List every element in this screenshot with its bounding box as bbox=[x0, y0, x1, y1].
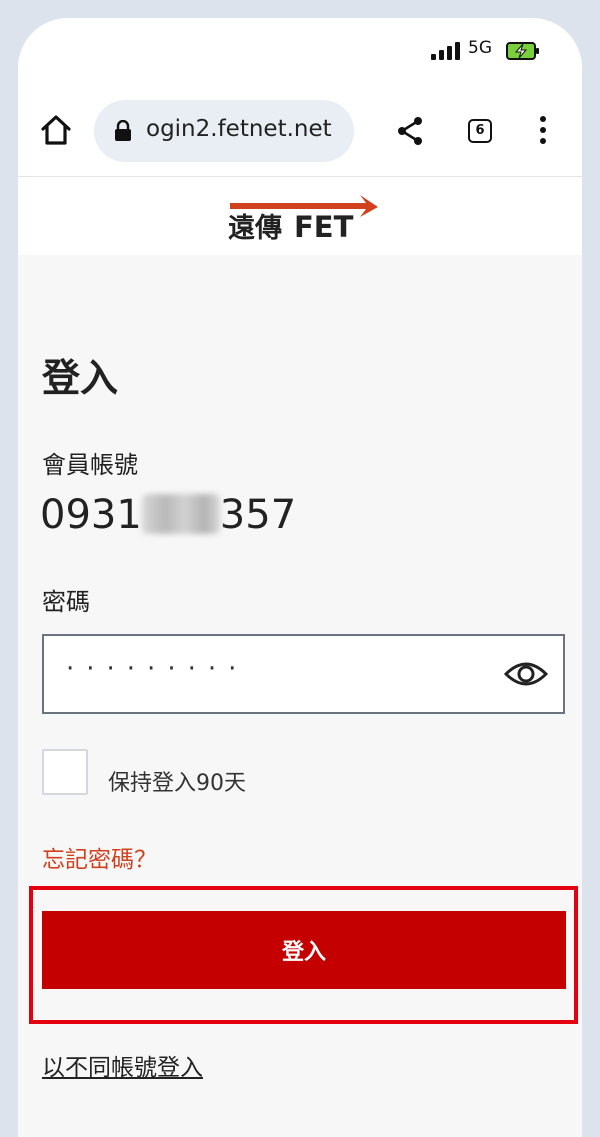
address-bar[interactable]: ogin2.fetnet.net bbox=[94, 100, 354, 162]
more-options-icon[interactable] bbox=[538, 116, 548, 146]
keep-logged-in-label: 保持登入90天 bbox=[108, 771, 246, 796]
status-bar: 5G bbox=[18, 18, 582, 80]
site-header: 遠傳 FET bbox=[18, 177, 582, 255]
phone-screen: 5G ogin2.fetnet.net 6 遠傳 FET 登入 會員帳號 093… bbox=[18, 18, 582, 1137]
account-number: 0931 357 bbox=[40, 492, 296, 538]
login-button[interactable]: 登入 bbox=[42, 911, 566, 989]
home-icon[interactable] bbox=[38, 112, 74, 148]
battery-charging-icon bbox=[506, 42, 539, 60]
network-type: 5G bbox=[468, 38, 492, 58]
keep-logged-in-checkbox[interactable] bbox=[42, 749, 88, 795]
redacted-digits bbox=[141, 494, 220, 534]
share-icon[interactable] bbox=[396, 116, 424, 146]
password-field[interactable]: ········· bbox=[42, 634, 565, 714]
password-mask: ········· bbox=[66, 654, 249, 684]
password-label: 密碼 bbox=[42, 588, 90, 616]
login-form: 登入 會員帳號 0931 357 密碼 ········· 保持登入90天 忘記密… bbox=[18, 255, 582, 1137]
lock-icon bbox=[115, 120, 131, 141]
url-text: ogin2.fetnet.net bbox=[146, 116, 332, 142]
svg-text:遠傳: 遠傳 bbox=[228, 213, 282, 241]
account-label: 會員帳號 bbox=[42, 451, 138, 479]
account-prefix: 0931 bbox=[40, 492, 142, 538]
tab-switcher-button[interactable]: 6 bbox=[468, 119, 492, 143]
page-title: 登入 bbox=[42, 356, 119, 400]
signal-icon bbox=[431, 42, 463, 60]
fet-logo: 遠傳 FET bbox=[228, 195, 378, 241]
svg-text:FET: FET bbox=[294, 210, 354, 241]
browser-toolbar: ogin2.fetnet.net 6 bbox=[18, 80, 582, 177]
login-with-other-account-link[interactable]: 以不同帳號登入 bbox=[42, 1048, 203, 1082]
forgot-password-link[interactable]: 忘記密碼？ bbox=[42, 840, 157, 874]
eye-icon[interactable] bbox=[503, 658, 549, 690]
account-suffix: 357 bbox=[219, 492, 297, 538]
